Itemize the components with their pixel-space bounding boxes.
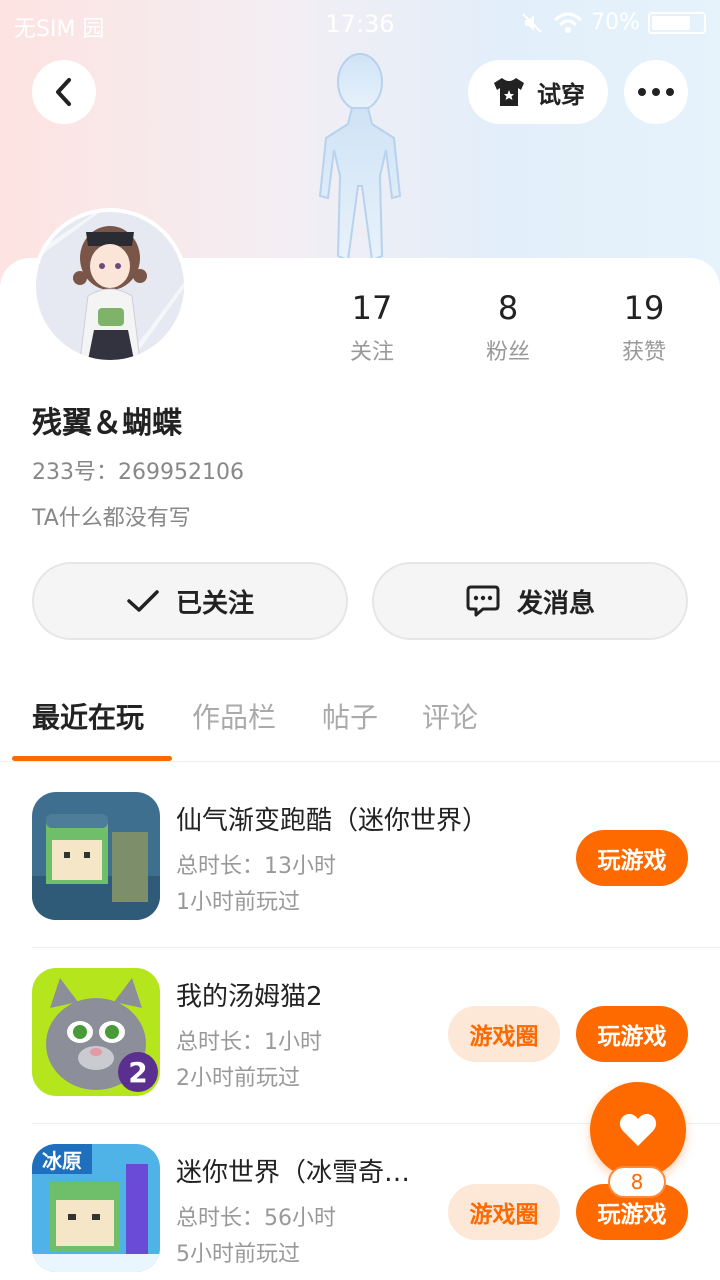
game-circle-button[interactable]: 游戏圈 bbox=[448, 1184, 560, 1240]
game-duration: 总时长：13小时 bbox=[176, 854, 336, 879]
game-title: 仙气渐变跑酷（迷你世界） bbox=[176, 806, 489, 836]
game-last-played: 2小时前玩过 bbox=[176, 1066, 300, 1091]
avatar[interactable] bbox=[32, 208, 188, 364]
tshirt-icon bbox=[494, 78, 524, 106]
like-fab-button[interactable] bbox=[590, 1082, 686, 1178]
game-title: 我的汤姆猫2 bbox=[176, 982, 323, 1012]
tab-recently-played[interactable]: 最近在玩 bbox=[32, 696, 144, 736]
following-button[interactable]: 已关注 bbox=[32, 562, 348, 640]
game-icon-talking-tom-2: 2 bbox=[32, 968, 160, 1096]
tab-posts[interactable]: 帖子 bbox=[322, 696, 378, 736]
mute-icon bbox=[522, 12, 542, 33]
stat-following[interactable]: 17 关注 bbox=[312, 290, 432, 366]
svg-text:冰原: 冰原 bbox=[42, 1149, 82, 1173]
active-tab-indicator bbox=[12, 756, 172, 761]
heart-icon bbox=[619, 1113, 657, 1146]
checkmark-icon bbox=[127, 590, 159, 612]
play-game-button[interactable]: 玩游戏 bbox=[576, 1006, 688, 1062]
game-icon-mini-world-ice: 冰原 bbox=[32, 1144, 160, 1272]
battery-icon bbox=[648, 11, 706, 34]
user-bio: TA什么都没有写 bbox=[32, 506, 191, 531]
game-list-item[interactable]: 仙气渐变跑酷（迷你世界） 总时长：13小时 1小时前玩过 玩游戏 bbox=[0, 772, 720, 948]
chat-bubble-icon bbox=[466, 585, 500, 617]
following-label: 关注 bbox=[349, 340, 394, 365]
game-last-played: 5小时前玩过 bbox=[176, 1242, 300, 1267]
more-dots-icon bbox=[638, 88, 674, 96]
send-message-label: 发消息 bbox=[516, 588, 595, 619]
game-icon-mini-world-parkour bbox=[32, 792, 160, 920]
battery-percent: 70% bbox=[591, 10, 640, 35]
followers-label: 粉丝 bbox=[485, 340, 530, 365]
tab-comments[interactable]: 评论 bbox=[422, 696, 478, 736]
chevron-left-icon bbox=[56, 78, 71, 106]
stat-likes[interactable]: 19 获赞 bbox=[584, 290, 704, 366]
more-options-button[interactable] bbox=[624, 60, 688, 124]
avatar-image bbox=[36, 212, 184, 360]
wifi-icon bbox=[554, 12, 583, 33]
character-avatar-figure bbox=[318, 53, 402, 262]
try-on-label: 试穿 bbox=[537, 80, 585, 109]
back-button[interactable] bbox=[32, 60, 96, 124]
user-id: 233号：269952106 bbox=[32, 460, 244, 485]
following-button-label: 已关注 bbox=[175, 588, 254, 619]
likes-label: 获赞 bbox=[621, 340, 666, 365]
svg-text:2: 2 bbox=[128, 1056, 147, 1089]
likes-count: 19 bbox=[623, 289, 665, 327]
game-duration: 总时长：56小时 bbox=[176, 1206, 336, 1231]
tab-works[interactable]: 作品栏 bbox=[192, 696, 276, 736]
try-on-button[interactable]: 试穿 bbox=[468, 60, 608, 124]
profile-tabs: 最近在玩 作品栏 帖子 评论 bbox=[0, 690, 720, 762]
user-nickname: 残翼＆蝴蝶 bbox=[32, 406, 182, 441]
like-count-badge: 8 bbox=[608, 1166, 666, 1198]
followers-count: 8 bbox=[497, 289, 519, 327]
status-bar: 无SIM 园 17:36 70% bbox=[0, 0, 720, 50]
send-message-button[interactable]: 发消息 bbox=[372, 562, 688, 640]
game-title: 迷你世界（冰雪奇… bbox=[176, 1158, 411, 1188]
game-circle-button[interactable]: 游戏圈 bbox=[448, 1006, 560, 1062]
game-duration: 总时长：1小时 bbox=[176, 1030, 322, 1055]
following-count: 17 bbox=[351, 289, 393, 327]
play-game-button[interactable]: 玩游戏 bbox=[576, 830, 688, 886]
game-last-played: 1小时前玩过 bbox=[176, 890, 300, 915]
stat-followers[interactable]: 8 粉丝 bbox=[448, 290, 568, 366]
